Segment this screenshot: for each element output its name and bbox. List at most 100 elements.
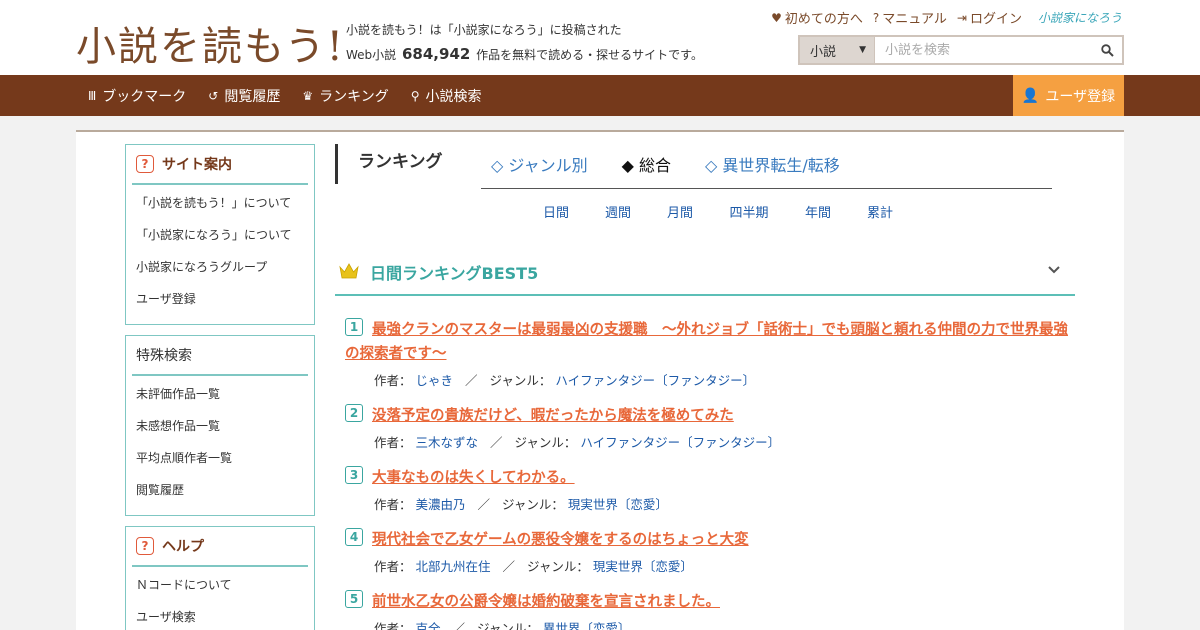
period-yearly[interactable]: 年間 xyxy=(787,202,849,221)
novel-title-link[interactable]: 最強クランのマスターは最弱最凶の支援職 ～外れジョブ「話術士」でも頭脳と頼れる仲… xyxy=(345,318,1075,366)
search-input[interactable] xyxy=(875,37,1092,63)
search-icon xyxy=(1100,43,1114,57)
main-navigation: Ⅲ ブックマーク ↺ 閲覧履歴 ♛ ランキング ⚲ 小説検索 👤 ユーザ登録 xyxy=(0,75,1200,116)
novel-title-link[interactable]: 大事なものは失くしてわかる。 xyxy=(345,466,1075,490)
description-line-2: Web小説 684,942 作品を無料で読める・探せるサイトです。 xyxy=(346,42,703,67)
separator: ／ xyxy=(465,373,478,388)
separator: ／ xyxy=(477,497,491,512)
novel-meta: 作者： 北部九州在住 ／ ジャンル： 現実世界〔恋愛〕 xyxy=(345,556,1075,575)
novel-meta: 作者： 三木なずな ／ ジャンル： ハイファンタジー〔ファンタジー〕 xyxy=(345,432,1075,451)
nav-bookmark[interactable]: Ⅲ ブックマーク xyxy=(88,86,186,106)
period-quarterly[interactable]: 四半期 xyxy=(711,202,787,221)
nav-ranking-label: ランキング xyxy=(319,88,389,105)
site-logo[interactable]: 小説を読もう! xyxy=(76,14,345,72)
link-beginners-label: 初めての方へ xyxy=(784,12,863,27)
author-label: 作者： xyxy=(374,435,412,450)
nav-history[interactable]: ↺ 閲覧履歴 xyxy=(208,86,280,106)
genre-label: ジャンル： xyxy=(527,559,589,574)
description-suffix: 作品を無料で読める・探せるサイトです。 xyxy=(476,48,703,62)
tab-overall[interactable]: ◆ 総合 xyxy=(622,152,671,176)
ranking-entry: 2 没落予定の貴族だけど、暇だったから魔法を極めてみた 作者： 三木なずな ／ … xyxy=(345,404,1075,451)
link-login[interactable]: ⇥ ログイン xyxy=(956,8,1022,28)
sidebar-link-narou-group[interactable]: 小説家になろうグループ xyxy=(132,251,308,283)
genre-link[interactable]: 異世界〔恋愛〕 xyxy=(543,621,631,630)
search-type-select[interactable]: 小説 ▼ xyxy=(800,37,875,63)
search-button[interactable] xyxy=(1092,37,1122,63)
novel-title-link[interactable]: 現代社会で乙女ゲームの悪役令嬢をするのはちょっと大変 xyxy=(345,528,1075,552)
rank-number-badge: 3 xyxy=(345,466,363,484)
period-daily[interactable]: 日間 xyxy=(525,202,587,221)
sidebar-site-guide: ? サイト案内 「小説を読もう！」について 「小説家になろう」について 小説家に… xyxy=(125,144,315,325)
user-icon: 👤 xyxy=(1021,87,1040,104)
period-monthly[interactable]: 月間 xyxy=(649,202,711,221)
author-link[interactable]: 三木なずな xyxy=(416,435,479,450)
author-link[interactable]: じゃき xyxy=(416,373,454,388)
period-tabs: 日間 週間 月間 四半期 年間 累計 xyxy=(525,202,911,221)
sidebar-link-avg-score-authors[interactable]: 平均点順作者一覧 xyxy=(132,442,308,474)
period-weekly[interactable]: 週間 xyxy=(587,202,649,221)
top-links: ♥ 初めての方へ ? マニュアル ⇥ ログイン 小説家になろう xyxy=(771,8,1122,28)
rank-number-badge: 1 xyxy=(345,318,363,336)
help-heading: ヘルプ xyxy=(162,539,204,555)
ranking-title: ランキング xyxy=(335,144,443,184)
sidebar-link-history[interactable]: 閲覧履歴 xyxy=(132,474,308,506)
work-count: 684,942 xyxy=(402,45,471,63)
link-login-label: ログイン xyxy=(969,12,1022,27)
separator: ／ xyxy=(490,435,503,450)
daily-best5-header[interactable]: 日間ランキングBEST5 xyxy=(335,250,1075,296)
ranking-entry: 3 大事なものは失くしてわかる。 作者： 美濃由乃 ／ ジャンル： 現実世界〔恋… xyxy=(345,466,1075,513)
rank-number-badge: 2 xyxy=(345,404,363,422)
novel-title-link[interactable]: 没落予定の貴族だけど、暇だったから魔法を極めてみた xyxy=(345,404,1075,428)
link-manual-label: マニュアル xyxy=(882,12,947,27)
sidebar-link-unrated[interactable]: 未評価作品一覧 xyxy=(132,378,308,410)
description-prefix: Web小説 xyxy=(346,48,397,62)
genre-link[interactable]: 現実世界〔恋愛〕 xyxy=(593,559,693,574)
sidebar-link-user-search[interactable]: ユーザ検索 xyxy=(132,601,308,630)
link-beginners[interactable]: ♥ 初めての方へ xyxy=(771,8,863,28)
best5-title: 日間ランキングBEST5 xyxy=(370,264,539,283)
author-link[interactable]: 北部九州在住 xyxy=(416,559,491,574)
tabs-divider xyxy=(481,188,1052,189)
nav-ranking[interactable]: ♛ ランキング xyxy=(302,86,388,106)
sidebar-link-no-reviews[interactable]: 未感想作品一覧 xyxy=(132,410,308,442)
sidebar-link-about-narou[interactable]: 「小説家になろう」について xyxy=(132,219,308,251)
sidebar-link-register[interactable]: ユーザ登録 xyxy=(132,283,308,315)
site-description: 小説を読もう！は「小説家になろう」に投稿された Web小説 684,942 作品… xyxy=(346,18,703,67)
author-link[interactable]: 美濃由乃 xyxy=(416,497,466,512)
author-link[interactable]: 克全 xyxy=(416,621,441,630)
nav-search-label: 小説検索 xyxy=(425,88,482,105)
sidebar-special-search-title: 特殊検索 xyxy=(132,336,308,376)
author-label: 作者： xyxy=(374,497,412,512)
login-icon: ⇥ xyxy=(956,10,967,25)
author-label: 作者： xyxy=(374,621,412,630)
content-panel: ? サイト案内 「小説を読もう！」について 「小説家になろう」について 小説家に… xyxy=(76,130,1124,630)
ranking-entry: 4 現代社会で乙女ゲームの悪役令嬢をするのはちょっと大変 作者： 北部九州在住 … xyxy=(345,528,1075,575)
nav-search[interactable]: ⚲ 小説検索 xyxy=(411,86,482,106)
tab-isekai[interactable]: ◇ 異世界転生/転移 xyxy=(705,152,840,176)
search-icon: ⚲ xyxy=(410,88,420,103)
genre-link[interactable]: ハイファンタジー〔ファンタジー〕 xyxy=(555,373,755,388)
dropdown-arrow-icon: ▼ xyxy=(859,45,866,55)
period-cumulative[interactable]: 累計 xyxy=(849,202,911,221)
register-button[interactable]: 👤 ユーザ登録 xyxy=(1013,75,1124,116)
description-line-1: 小説を読もう！は「小説家になろう」に投稿された xyxy=(346,23,622,37)
nav-bookmark-label: ブックマーク xyxy=(102,88,187,105)
chevron-down-icon[interactable] xyxy=(1047,263,1061,279)
ranking-entry: 1 最強クランのマスターは最弱最凶の支援職 ～外れジョブ「話術士」でも頭脳と頼れ… xyxy=(345,318,1075,389)
sidebar-link-ncode[interactable]: Ｎコードについて xyxy=(132,569,308,601)
separator: ／ xyxy=(452,621,466,630)
site-header: 小説を読もう! 小説を読もう！は「小説家になろう」に投稿された Web小説 68… xyxy=(0,0,1200,75)
novel-title-link[interactable]: 前世水乙女の公爵令嬢は婚約破棄を宣言されました。 xyxy=(345,590,1075,614)
link-manual[interactable]: ? マニュアル xyxy=(873,8,947,28)
tab-genre[interactable]: ◇ ジャンル別 xyxy=(491,152,588,176)
genre-link[interactable]: ハイファンタジー〔ファンタジー〕 xyxy=(580,435,780,450)
search-box: 小説 ▼ xyxy=(798,35,1124,65)
sidebar-link-about-yomou[interactable]: 「小説を読もう！」について xyxy=(132,187,308,219)
special-search-heading: 特殊検索 xyxy=(136,348,192,364)
ranking-entry: 5 前世水乙女の公爵令嬢は婚約破棄を宣言されました。 作者： 克全 ／ ジャンル… xyxy=(345,590,1075,630)
narou-partner-logo[interactable]: 小説家になろう xyxy=(1038,9,1122,26)
bookmark-icon: Ⅲ xyxy=(88,88,97,103)
separator: ／ xyxy=(502,559,516,574)
genre-link[interactable]: 現実世界〔恋愛〕 xyxy=(568,497,668,512)
rank-number-badge: 5 xyxy=(345,590,363,608)
